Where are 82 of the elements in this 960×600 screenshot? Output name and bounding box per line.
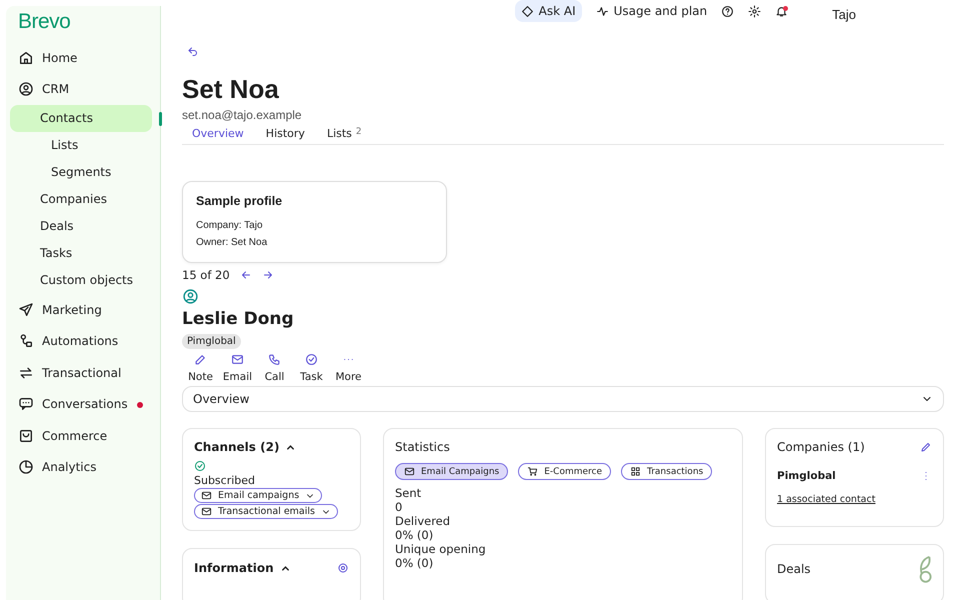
arrow-right-icon (262, 269, 274, 281)
mail-icon (201, 506, 212, 517)
sidebar-subitem[interactable]: Segments (6, 159, 160, 186)
company-tag: Pimglobal (182, 334, 241, 349)
avatar-icon (182, 288, 199, 305)
sidebar-item[interactable]: Automations (6, 326, 160, 357)
card-title: Statistics (395, 440, 451, 454)
user-circle-icon (18, 81, 34, 98)
tab[interactable]: Overview (192, 127, 244, 140)
help-icon (721, 4, 734, 18)
popover-text: Company: Tajo (196, 220, 264, 231)
edit-icon (194, 353, 207, 366)
action-button[interactable]: More (330, 353, 367, 383)
metric-value: 0 (395, 500, 404, 514)
pager-count: 15 of 20 (182, 268, 230, 282)
home-icon (18, 50, 34, 66)
arrow-left-icon (240, 269, 252, 281)
section-dropdown[interactable]: Overview (182, 386, 944, 412)
page-title: Set Noa (182, 74, 280, 104)
metric-label: Delivered (395, 514, 452, 528)
popover-text: Owner: Set Noa (196, 237, 268, 248)
phone-icon (268, 353, 281, 366)
sidebar-item[interactable]: Transactional (6, 357, 160, 388)
tab[interactable]: History (266, 127, 305, 140)
filter-chip[interactable]: Email Campaigns (395, 463, 508, 480)
filter-chip[interactable]: Transactions (621, 463, 712, 480)
sidebar-item[interactable]: Analytics (6, 452, 160, 483)
sidebar-item[interactable]: CRM (6, 74, 160, 105)
pulse-icon (596, 4, 609, 18)
sidebar-subitem[interactable]: Lists (6, 132, 160, 159)
card-title: Companies (1) (777, 440, 865, 454)
back-arrow-icon (187, 46, 199, 58)
check-circle-icon (305, 353, 318, 366)
filter-chip[interactable]: E-Commerce (518, 463, 612, 480)
associated-contact-link[interactable]: 1 associated contact (777, 494, 876, 505)
action-button[interactable]: Note (182, 353, 219, 383)
sidebar-item[interactable]: Commerce (6, 420, 160, 452)
send-icon (18, 302, 34, 318)
contact-name: Leslie Dong (182, 309, 295, 329)
metric-label: Sent (395, 486, 422, 500)
sidebar-subitem[interactable]: Custom objects (10, 267, 152, 294)
diamond-icon (520, 4, 534, 18)
card-title: Channels (2) (194, 440, 280, 454)
pie-chart-icon (18, 459, 34, 476)
sidebar-subitem[interactable]: Contacts (10, 105, 152, 132)
action-button[interactable]: Task (293, 353, 330, 383)
tab[interactable]: Lists 2 (326, 127, 362, 140)
popover-title: Sample profile (196, 194, 284, 208)
grid-icon (630, 466, 642, 477)
metric-label: Unique opening (395, 542, 487, 556)
leaf-illustration-icon (918, 555, 932, 583)
sidebar-item[interactable]: Home (6, 42, 160, 74)
contact-email: set.noa@tajo.example (182, 108, 303, 122)
cart-icon (527, 466, 538, 477)
card-title: Information (194, 561, 274, 575)
usage-link[interactable]: Usage and plan (596, 4, 708, 18)
pencil-icon (920, 441, 932, 453)
channel-dropdown[interactable]: Transactional emails (194, 504, 338, 519)
metric-value: 0% (0) (395, 528, 434, 542)
action-button[interactable]: Email (219, 353, 256, 383)
mail-icon (201, 490, 212, 501)
sidebar-item[interactable]: Marketing (6, 294, 160, 326)
flow-icon (18, 333, 34, 350)
company-name: Pimglobal (777, 470, 836, 482)
sidebar-subitem[interactable]: Tasks (10, 240, 152, 267)
shopping-bag-icon (18, 428, 34, 444)
mail-icon (231, 353, 244, 366)
sidebar-subitem[interactable]: Companies (10, 186, 152, 213)
mail-icon (404, 466, 415, 477)
metric-value: 0% (0) (395, 556, 434, 570)
check-circle-icon (194, 460, 206, 472)
active-marker (159, 112, 162, 126)
channel-dropdown[interactable]: Email campaigns (194, 488, 322, 503)
card-title: Deals (777, 562, 811, 576)
action-button[interactable]: Call (256, 353, 293, 383)
chat-icon (18, 396, 34, 412)
subscription-status: Subscribed (194, 474, 256, 487)
sidebar-subitem[interactable]: Deals (10, 213, 152, 240)
arrows-exchange-icon (18, 364, 34, 381)
sidebar-item[interactable]: Conversations (6, 388, 160, 420)
ask-ai-button[interactable]: Ask AI (514, 0, 582, 22)
account-name[interactable]: Tajo (832, 6, 856, 22)
